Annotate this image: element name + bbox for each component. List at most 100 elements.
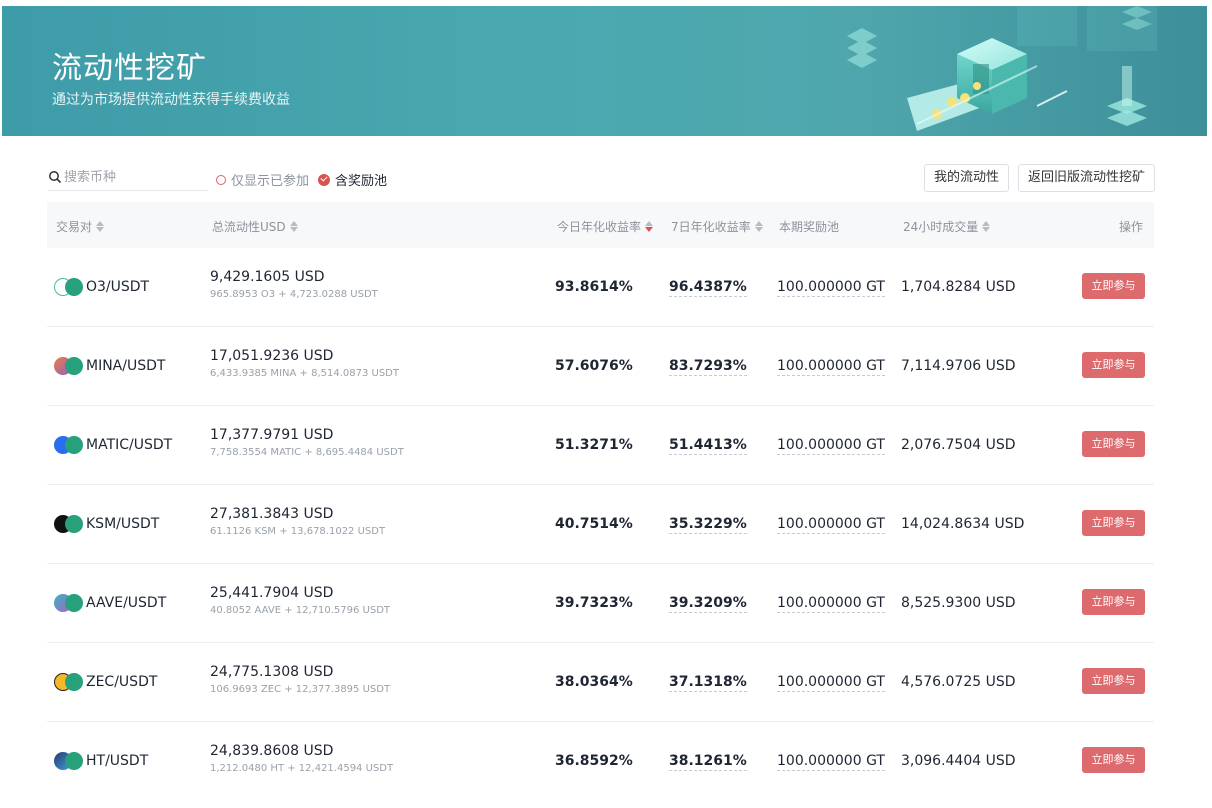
- filter-reward-pool[interactable]: 含奖励池: [318, 170, 387, 189]
- today-apr: 51.3271%: [555, 437, 633, 453]
- my-liquidity-button[interactable]: 我的流动性: [924, 164, 1010, 192]
- week-apr-value: 39.3209%: [669, 595, 747, 613]
- join-button[interactable]: 立即参与: [1082, 589, 1145, 615]
- liquidity-cell: 9,429.1605 USD 965.8953 O3 + 4,723.0288 …: [210, 269, 378, 300]
- pair-cell[interactable]: KSM/USDT: [54, 515, 160, 533]
- week-apr-value: 83.7293%: [669, 358, 747, 376]
- pair-cell[interactable]: O3/USDT: [54, 278, 149, 296]
- liquidity-pools-table: 交易对 总流动性USD 今日年化收益率 7日年化收益率 本期奖励池 24小时成交…: [47, 202, 1154, 800]
- header-week-apr[interactable]: 7日年化收益率: [671, 218, 763, 235]
- pair-cell[interactable]: HT/USDT: [54, 752, 148, 770]
- header-pair-label: 交易对: [56, 220, 93, 234]
- pair-cell[interactable]: MATIC/USDT: [54, 436, 173, 454]
- table-row: MATIC/USDT 17,377.9791 USD 7,758.3554 MA…: [47, 406, 1154, 485]
- total-liquidity: 25,441.7904 USD: [210, 585, 334, 601]
- join-button[interactable]: 立即参与: [1082, 273, 1145, 299]
- sort-icon: [96, 221, 105, 232]
- header-pair[interactable]: 交易对: [56, 218, 105, 235]
- today-apr: 39.7323%: [555, 595, 633, 611]
- sort-icon: [289, 221, 298, 232]
- header-today-apr[interactable]: 今日年化收益率: [557, 218, 654, 235]
- today-apr: 40.7514%: [555, 516, 633, 532]
- week-apr-value: 51.4413%: [669, 437, 747, 455]
- total-liquidity: 17,377.9791 USD: [210, 427, 334, 443]
- liquidity-cell: 17,377.9791 USD 7,758.3554 MATIC + 8,695…: [210, 427, 404, 458]
- header-week-apr-label: 7日年化收益率: [671, 220, 751, 234]
- reward-pool: 100.000000 GT: [777, 358, 885, 376]
- pair-cell[interactable]: ZEC/USDT: [54, 673, 157, 691]
- join-button[interactable]: 立即参与: [1082, 747, 1145, 773]
- header-volume-24h[interactable]: 24小时成交量: [903, 218, 991, 235]
- week-apr: 39.3209%: [669, 595, 747, 613]
- filter-joined-label: 仅显示已参加: [231, 174, 310, 189]
- sort-icon: [754, 221, 763, 232]
- week-apr: 37.1318%: [669, 674, 747, 692]
- table-row: MINA/USDT 17,051.9236 USD 6,433.9385 MIN…: [47, 327, 1154, 406]
- reward-pool-value: 100.000000 GT: [777, 674, 885, 692]
- today-apr: 38.0364%: [555, 674, 633, 690]
- total-liquidity: 17,051.9236 USD: [210, 348, 334, 364]
- pair-name: MATIC/USDT: [86, 437, 173, 453]
- reward-pool: 100.000000 GT: [777, 516, 885, 534]
- liquidity-composition: 7,758.3554 MATIC + 8,695.4484 USDT: [210, 447, 404, 458]
- reward-pool-value: 100.000000 GT: [777, 358, 885, 376]
- reward-pool: 100.000000 GT: [777, 279, 885, 297]
- week-apr-value: 37.1318%: [669, 674, 747, 692]
- sort-desc-icon: [645, 221, 654, 232]
- reward-pool-value: 100.000000 GT: [777, 753, 885, 771]
- hero-banner: 流动性挖矿 通过为市场提供流动性获得手续费收益: [2, 6, 1207, 136]
- liquidity-composition: 1,212.0480 HT + 12,421.4594 USDT: [210, 763, 394, 774]
- table-row: AAVE/USDT 25,441.7904 USD 40.8052 AAVE +…: [47, 564, 1154, 643]
- page-title: 流动性挖矿: [52, 51, 207, 86]
- header-total-liquidity-label: 总流动性USD: [212, 220, 286, 234]
- ht-coin-icon: [54, 752, 83, 770]
- join-button[interactable]: 立即参与: [1082, 431, 1145, 457]
- check-circle-icon: [318, 173, 330, 186]
- total-liquidity: 9,429.1605 USD: [210, 269, 325, 285]
- mina-coin-icon: [54, 357, 83, 375]
- ksm-coin-icon: [54, 515, 83, 533]
- header-volume-24h-label: 24小时成交量: [903, 220, 979, 234]
- filter-joined-only[interactable]: 仅显示已参加: [216, 170, 309, 189]
- pair-cell[interactable]: MINA/USDT: [54, 357, 166, 375]
- reward-pool: 100.000000 GT: [777, 753, 885, 771]
- today-apr: 36.8592%: [555, 753, 633, 769]
- reward-pool-value: 100.000000 GT: [777, 437, 885, 455]
- liquidity-composition: 965.8953 O3 + 4,723.0288 USDT: [210, 289, 378, 300]
- week-apr: 38.1261%: [669, 753, 747, 771]
- total-liquidity: 24,839.8608 USD: [210, 743, 334, 759]
- filter-toolbar: 仅显示已参加 含奖励池 我的流动性 返回旧版流动性挖矿: [48, 160, 1168, 196]
- header-action-label: 操作: [1118, 220, 1143, 234]
- liquidity-cell: 17,051.9236 USD 6,433.9385 MINA + 8,514.…: [210, 348, 399, 379]
- search-input[interactable]: [64, 169, 202, 185]
- liquidity-composition: 106.9693 ZEC + 12,377.3895 USDT: [210, 684, 391, 695]
- liquidity-cell: 24,839.8608 USD 1,212.0480 HT + 12,421.4…: [210, 743, 393, 774]
- week-apr-value: 38.1261%: [669, 753, 747, 771]
- pair-name: AAVE/USDT: [86, 595, 167, 611]
- pair-name: MINA/USDT: [86, 358, 166, 374]
- reward-pool-value: 100.000000 GT: [777, 516, 885, 534]
- o3-coin-icon: [54, 278, 83, 296]
- search-icon: [49, 171, 62, 184]
- today-apr: 57.6076%: [555, 358, 633, 374]
- week-apr-value: 96.4387%: [669, 279, 747, 297]
- reward-pool-value: 100.000000 GT: [777, 279, 885, 297]
- mining-illustration: [847, 6, 1157, 131]
- pair-name: KSM/USDT: [86, 516, 160, 532]
- liquidity-cell: 25,441.7904 USD 40.8052 AAVE + 12,710.57…: [210, 585, 390, 616]
- join-button[interactable]: 立即参与: [1082, 352, 1145, 378]
- back-old-version-button[interactable]: 返回旧版流动性挖矿: [1018, 164, 1156, 192]
- pair-cell[interactable]: AAVE/USDT: [54, 594, 167, 612]
- header-action: 操作: [1119, 218, 1143, 235]
- total-liquidity: 24,775.1308 USD: [210, 664, 334, 680]
- reward-pool-value: 100.000000 GT: [777, 595, 885, 613]
- header-total-liquidity[interactable]: 总流动性USD: [212, 218, 298, 235]
- table-row: KSM/USDT 27,381.3843 USD 61.1126 KSM + 1…: [47, 485, 1154, 564]
- week-apr: 35.3229%: [669, 516, 747, 534]
- week-apr: 96.4387%: [669, 279, 747, 297]
- join-button[interactable]: 立即参与: [1082, 668, 1145, 694]
- week-apr: 83.7293%: [669, 358, 747, 376]
- join-button[interactable]: 立即参与: [1082, 510, 1145, 536]
- total-liquidity: 27,381.3843 USD: [210, 506, 334, 522]
- table-row: ZEC/USDT 24,775.1308 USD 106.9693 ZEC + …: [47, 643, 1154, 722]
